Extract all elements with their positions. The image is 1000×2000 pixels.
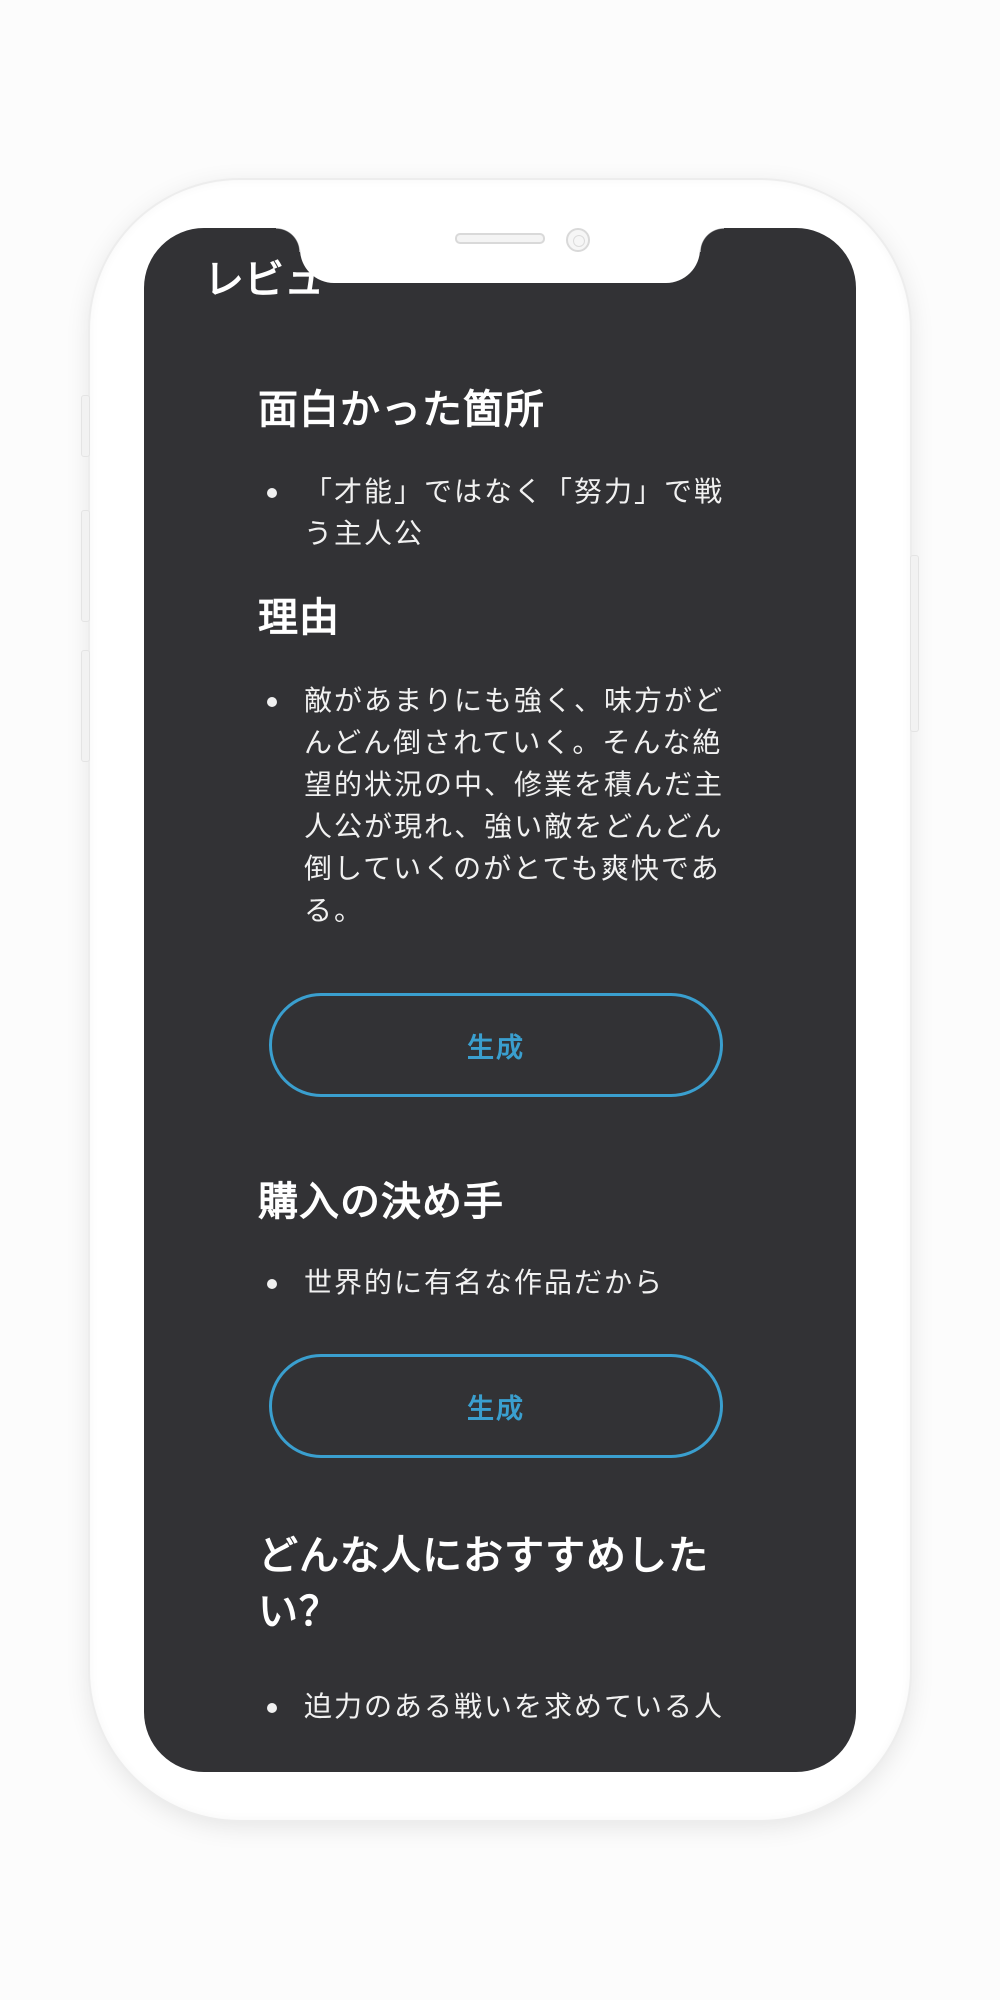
section-heading-interesting-parts: 面白かった箇所 (258, 387, 545, 433)
phone-screen: レビュー 面白かった箇所 「才能」ではなく「努力」で戦う主人公 理由 敵があまり… (144, 228, 856, 1772)
side-button-left-2 (81, 510, 90, 622)
list-item: 「才能」ではなく「努力」で戦う主人公 (264, 471, 734, 555)
phone-notch (276, 228, 724, 283)
side-button-left-3 (81, 650, 90, 762)
list-item: 世界的に有名な作品だから (264, 1262, 734, 1304)
recommend-to-list: 迫力のある戦いを求めている人 (264, 1686, 734, 1728)
page-content: レビュー 面白かった箇所 「才能」ではなく「努力」で戦う主人公 理由 敵があまり… (144, 228, 856, 1772)
section-heading-reason: 理由 (258, 595, 340, 641)
front-camera (566, 228, 590, 252)
generate-button[interactable]: 生成 (269, 1354, 723, 1458)
side-button-right (910, 555, 919, 732)
list-item: 迫力のある戦いを求めている人 (264, 1686, 734, 1728)
side-button-left-1 (81, 395, 90, 457)
section-heading-recommend-to: どんな人におすすめしたい？ (258, 1533, 709, 1635)
interesting-parts-list: 「才能」ではなく「努力」で戦う主人公 (264, 471, 734, 555)
purchase-reason-list: 世界的に有名な作品だから (264, 1262, 734, 1304)
speaker-grille (455, 233, 545, 244)
reason-list: 敵があまりにも強く、味方がどんどん倒されていく。そんな絶望的状況の中、修業を積ん… (264, 680, 734, 932)
section-heading-purchase-reason: 購入の決め手 (258, 1179, 504, 1225)
list-item: 敵があまりにも強く、味方がどんどん倒されていく。そんな絶望的状況の中、修業を積ん… (264, 680, 734, 932)
generate-button[interactable]: 生成 (269, 993, 723, 1097)
